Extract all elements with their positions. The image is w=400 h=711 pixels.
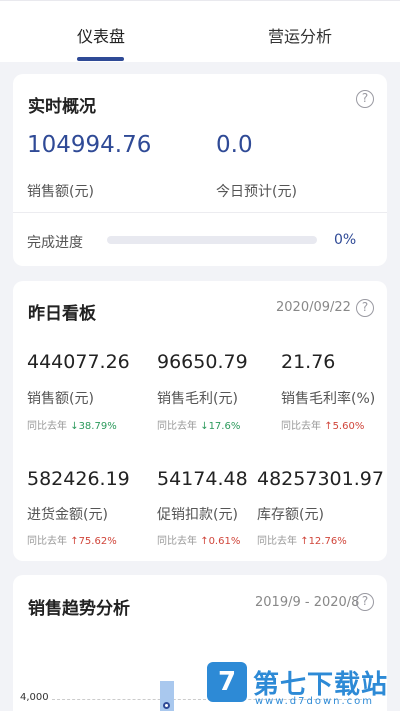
metric-label: 促销扣款(元)	[157, 507, 238, 523]
yesterday-date: 2020/09/22	[276, 300, 351, 315]
trend-range: 2019/9 - 2020/8	[255, 595, 360, 610]
realtime-overview-card: 实时概况 ? 104994.76 0.0 销售额(元) 今日预计(元) 完成进度…	[13, 74, 387, 266]
metric-value: 54174.48	[157, 468, 248, 490]
divider	[13, 212, 387, 213]
help-icon[interactable]: ?	[356, 299, 374, 317]
help-icon[interactable]: ?	[356, 90, 374, 108]
chart-point[interactable]	[163, 702, 170, 709]
chart-y-tick: 4,000	[20, 692, 49, 703]
metric-value: 96650.79	[157, 351, 248, 373]
metric-value: 582426.19	[27, 468, 130, 490]
forecast-value: 0.0	[216, 132, 253, 158]
metric-compare: 同比去年 ↑12.76%	[257, 536, 347, 547]
progress-label: 完成进度	[27, 235, 83, 251]
top-tab-bar: 仪表盘 营运分析	[0, 0, 400, 62]
metric-compare: 同比去年 ↑0.61%	[157, 536, 241, 547]
metric-label: 销售毛利(元)	[157, 391, 238, 407]
tab-operations-analysis[interactable]: 营运分析	[268, 23, 332, 47]
progress-bar	[107, 236, 317, 244]
watermark-logo: 7 第七下载站 www.d7down.com	[207, 662, 395, 710]
metric-label: 销售额(元)	[27, 391, 94, 407]
realtime-title: 实时概况	[28, 97, 96, 117]
metric-value: 444077.26	[27, 351, 130, 373]
trend-title: 销售趋势分析	[28, 599, 130, 619]
progress-percent: 0%	[334, 232, 357, 248]
metric-compare: 同比去年 ↓38.79%	[27, 421, 117, 432]
metric-label: 库存额(元)	[257, 507, 324, 523]
forecast-label: 今日预计(元)	[216, 184, 297, 200]
metric-label: 销售毛利率(%)	[281, 391, 376, 407]
yesterday-board-card: 昨日看板 2020/09/22 ? 444077.26 96650.79 21.…	[13, 281, 387, 561]
help-icon[interactable]: ?	[356, 593, 374, 611]
active-tab-indicator	[77, 57, 124, 61]
metric-label: 进货金额(元)	[27, 507, 108, 523]
realtime-sales-label: 销售额(元)	[27, 184, 94, 200]
metric-compare: 同比去年 ↓17.6%	[157, 421, 241, 432]
realtime-sales-value: 104994.76	[27, 132, 152, 158]
watermark-icon: 7	[207, 662, 247, 702]
metric-value: 21.76	[281, 351, 336, 373]
metric-value: 48257301.97	[257, 468, 384, 490]
metric-compare: 同比去年 ↑5.60%	[281, 421, 365, 432]
tab-dashboard[interactable]: 仪表盘	[77, 23, 125, 47]
watermark-url: www.d7down.com	[255, 696, 375, 707]
yesterday-title: 昨日看板	[28, 304, 96, 324]
metric-compare: 同比去年 ↑75.62%	[27, 536, 117, 547]
